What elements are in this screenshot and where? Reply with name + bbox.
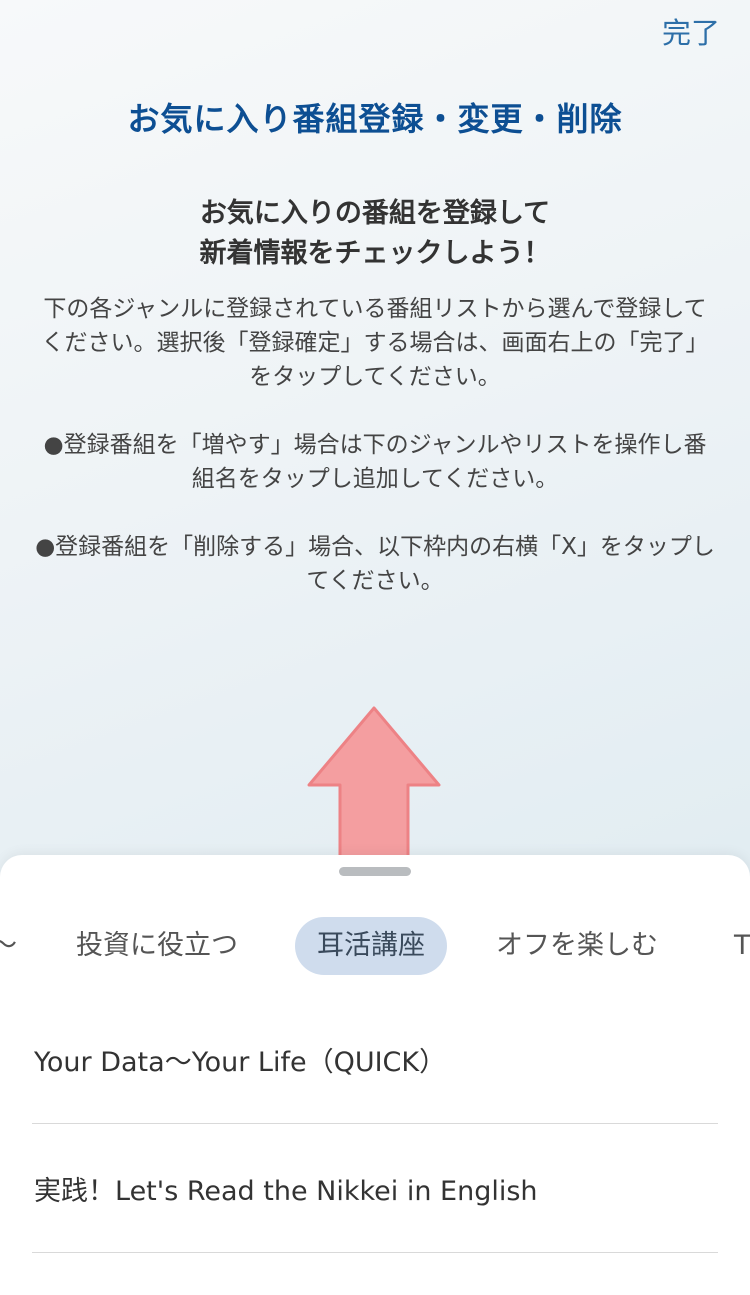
tab-investment[interactable]: 投資に役立つ bbox=[76, 917, 238, 975]
program-list: Your Data～Your Life（QUICK） 実践！Let's Read… bbox=[32, 995, 718, 1253]
instruction-add: ●登録番組を「増やす」場合は下のジャンルやリストを操作し番組名をタップし追加して… bbox=[43, 432, 707, 492]
program-title: 実践！Let's Read the Nikkei in English bbox=[34, 1175, 538, 1207]
list-item[interactable]: 実践！Let's Read the Nikkei in English bbox=[32, 1124, 718, 1253]
page-title: お気に入り番組登録・変更・削除 bbox=[127, 100, 623, 138]
genre-tabs: 〜 投資に役立つ 耳活講座 オフを楽しむ T bbox=[0, 917, 750, 975]
tab-ear-lectures[interactable]: 耳活講座 bbox=[295, 917, 447, 975]
instructions: 下の各ジャンルに登録されている番組リストから選んで登録してください。選択後「登録… bbox=[34, 292, 716, 632]
headline-line-1: お気に入りの番組を登録して bbox=[199, 198, 551, 229]
headline-line-2: 新着情報をチェックしよう！ bbox=[199, 238, 551, 269]
tab-previous[interactable]: 〜 bbox=[0, 917, 17, 975]
program-title: Your Data～Your Life（QUICK） bbox=[34, 1046, 447, 1078]
up-arrow-icon bbox=[307, 706, 441, 867]
headline: お気に入りの番組を登録して 新着情報をチェックしよう！ bbox=[0, 194, 750, 274]
tab-off-enjoy[interactable]: オフを楽しむ bbox=[496, 917, 658, 975]
sheet-grabber[interactable] bbox=[339, 867, 411, 876]
instruction-delete: ●登録番組を「削除する」場合、以下枠内の右横「X」をタップしてください。 bbox=[35, 534, 715, 594]
tab-next[interactable]: T bbox=[734, 917, 750, 975]
list-item[interactable]: Your Data～Your Life（QUICK） bbox=[32, 995, 718, 1124]
instruction-paragraph: 下の各ジャンルに登録されている番組リストから選んで登録してください。選択後「登録… bbox=[41, 296, 709, 390]
done-button[interactable]: 完了 bbox=[662, 10, 720, 52]
bottom-sheet: 〜 投資に役立つ 耳活講座 オフを楽しむ T Your Data～Your Li… bbox=[0, 855, 750, 1295]
